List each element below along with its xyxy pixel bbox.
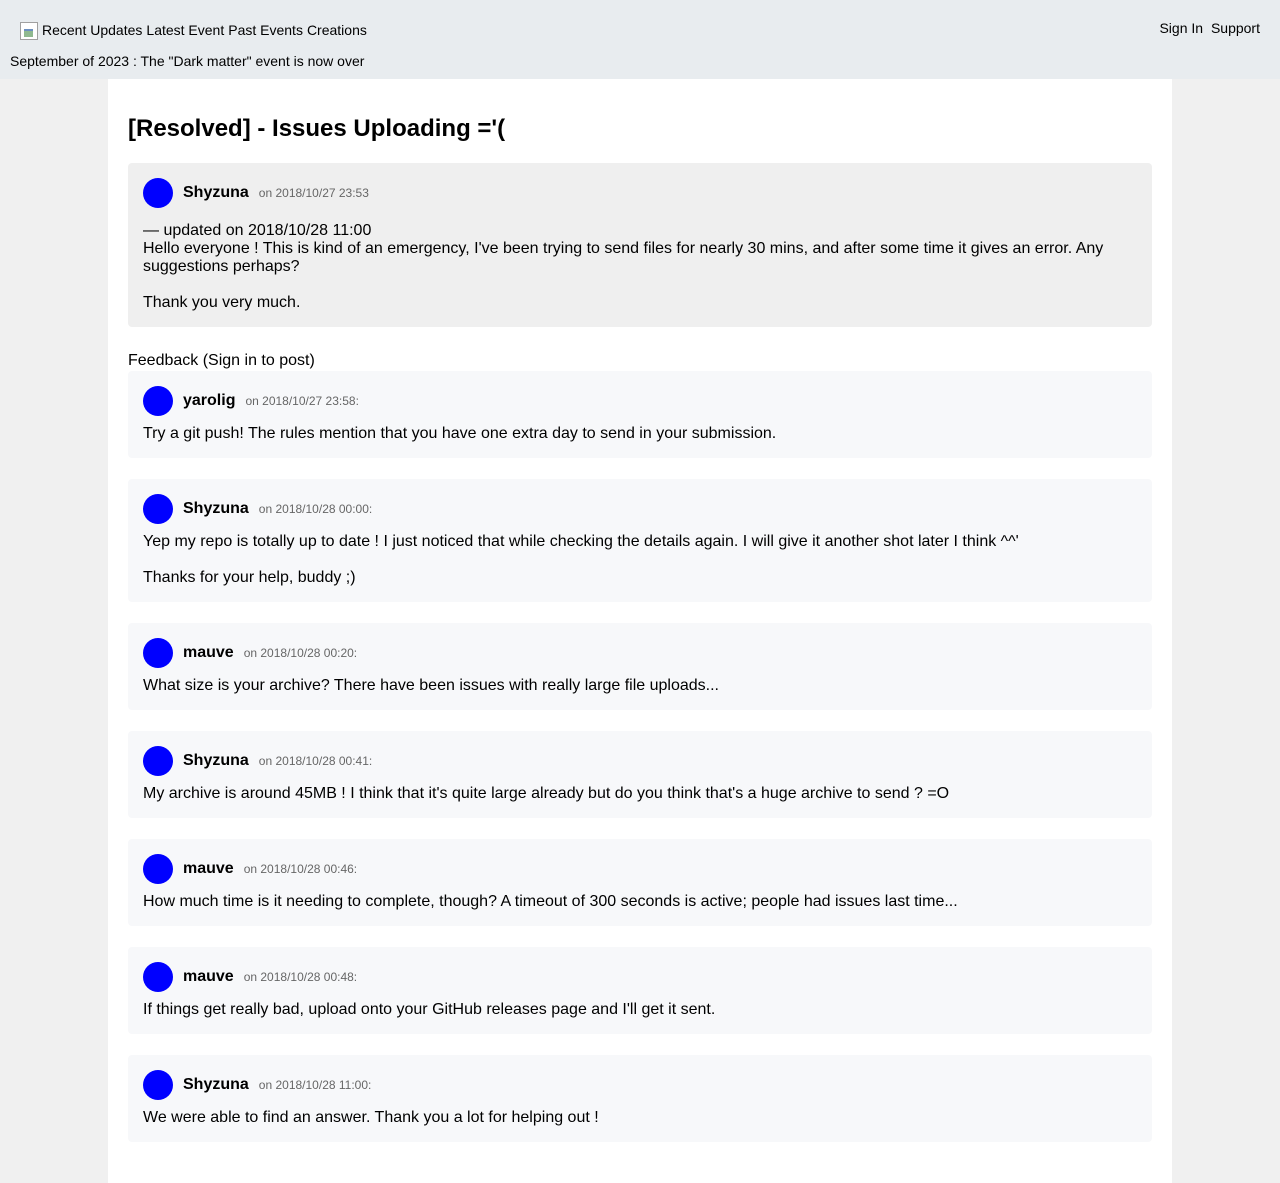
- avatar[interactable]: [143, 1070, 173, 1100]
- sign-in-link[interactable]: Sign In: [1159, 20, 1203, 36]
- post-paragraph: Try a git push! The rules mention that y…: [143, 425, 777, 442]
- author-name[interactable]: Shyzuna: [183, 500, 249, 518]
- post-paragraph: Yep my repo is totally up to date ! I ju…: [143, 533, 1019, 550]
- avatar[interactable]: [143, 178, 173, 208]
- author-name[interactable]: mauve: [183, 644, 234, 662]
- nav-recent-updates[interactable]: Recent Updates: [42, 20, 142, 40]
- original-post: Shyzuna on 2018/10/27 23:53 — updated on…: [128, 163, 1152, 327]
- support-link[interactable]: Support: [1211, 20, 1260, 36]
- author-name[interactable]: Shyzuna: [183, 752, 249, 770]
- author-name[interactable]: mauve: [183, 968, 234, 986]
- avatar[interactable]: [143, 638, 173, 668]
- reply-post: Shyzuna on 2018/10/28 11:00: We were abl…: [128, 1055, 1152, 1142]
- reply-post: mauve on 2018/10/28 00:46: How much time…: [128, 839, 1152, 926]
- feedback-label: Feedback (Sign in to post): [128, 352, 315, 369]
- reply-post: yarolig on 2018/10/27 23:58: Try a git p…: [128, 371, 1152, 458]
- account-nav: Sign In Support: [1155, 20, 1260, 36]
- avatar[interactable]: [143, 494, 173, 524]
- post-paragraph: If things get really bad, upload onto yo…: [143, 1001, 716, 1018]
- post-header: Shyzuna on 2018/10/28 00:41:: [143, 746, 1137, 776]
- author-name[interactable]: Shyzuna: [183, 184, 249, 202]
- nav-creations[interactable]: Creations: [307, 20, 367, 40]
- post-time: on 2018/10/28 00:46:: [243, 862, 358, 876]
- event-banner: September of 2023 : The "Dark matter" ev…: [10, 53, 365, 69]
- post-header: mauve on 2018/10/28 00:48:: [143, 962, 1137, 992]
- post-body: We were able to find an answer. Thank yo…: [143, 1109, 1137, 1127]
- reply-post: mauve on 2018/10/28 00:48: If things get…: [128, 947, 1152, 1034]
- avatar[interactable]: [143, 854, 173, 884]
- author-name[interactable]: mauve: [183, 860, 234, 878]
- nav-latest-event[interactable]: Latest Event: [146, 20, 224, 40]
- logo-broken-image-icon[interactable]: [20, 22, 38, 40]
- post-paragraph: How much time is it needing to complete,…: [143, 893, 958, 910]
- post-body: Try a git push! The rules mention that y…: [143, 425, 1137, 443]
- updated-note: — updated on 2018/10/28 11:00: [143, 222, 372, 239]
- author-name[interactable]: yarolig: [183, 392, 235, 410]
- main-nav: Recent Updates Latest Event Past Events …: [20, 20, 371, 40]
- post-body: — updated on 2018/10/28 11:00 Hello ever…: [143, 222, 1137, 312]
- post-time: on 2018/10/28 00:20:: [243, 646, 358, 660]
- post-paragraph: We were able to find an answer. Thank yo…: [143, 1109, 599, 1126]
- post-header: mauve on 2018/10/28 00:46:: [143, 854, 1137, 884]
- post-time: on 2018/10/28 00:41:: [258, 754, 373, 768]
- post-body: What size is your archive? There have be…: [143, 677, 1137, 695]
- post-body: If things get really bad, upload onto yo…: [143, 1001, 1137, 1019]
- author-name[interactable]: Shyzuna: [183, 1076, 249, 1094]
- post-paragraph: Hello everyone ! This is kind of an emer…: [143, 240, 1104, 275]
- post-time: on 2018/10/28 00:48:: [243, 970, 358, 984]
- nav-past-events[interactable]: Past Events: [228, 20, 303, 40]
- post-paragraph: Thanks for your help, buddy ;): [143, 569, 356, 586]
- reply-post: mauve on 2018/10/28 00:20: What size is …: [128, 623, 1152, 710]
- post-time: on 2018/10/28 00:00:: [258, 502, 373, 516]
- post-paragraph: Thank you very much.: [143, 294, 301, 311]
- reply-post: Shyzuna on 2018/10/28 00:00: Yep my repo…: [128, 479, 1152, 602]
- top-bar: Recent Updates Latest Event Past Events …: [0, 0, 1280, 79]
- main-content: [Resolved] - Issues Uploading ='( Shyzun…: [108, 79, 1172, 1183]
- post-header: Shyzuna on 2018/10/28 00:00:: [143, 494, 1137, 524]
- post-paragraph: What size is your archive? There have be…: [143, 677, 719, 694]
- page-title: [Resolved] - Issues Uploading ='(: [128, 115, 506, 142]
- post-header: Shyzuna on 2018/10/27 23:53: [143, 178, 1137, 208]
- post-time: on 2018/10/27 23:53: [258, 186, 369, 200]
- avatar[interactable]: [143, 386, 173, 416]
- post-header: Shyzuna on 2018/10/28 11:00:: [143, 1070, 1137, 1100]
- post-body: Yep my repo is totally up to date ! I ju…: [143, 533, 1137, 587]
- avatar[interactable]: [143, 746, 173, 776]
- post-body: How much time is it needing to complete,…: [143, 893, 1137, 911]
- post-time: on 2018/10/27 23:58:: [245, 394, 359, 408]
- avatar[interactable]: [143, 962, 173, 992]
- post-header: mauve on 2018/10/28 00:20:: [143, 638, 1137, 668]
- reply-post: Shyzuna on 2018/10/28 00:41: My archive …: [128, 731, 1152, 818]
- post-header: yarolig on 2018/10/27 23:58:: [143, 386, 1137, 416]
- post-time: on 2018/10/28 11:00:: [258, 1078, 372, 1092]
- post-paragraph: My archive is around 45MB ! I think that…: [143, 785, 950, 802]
- post-body: My archive is around 45MB ! I think that…: [143, 785, 1137, 803]
